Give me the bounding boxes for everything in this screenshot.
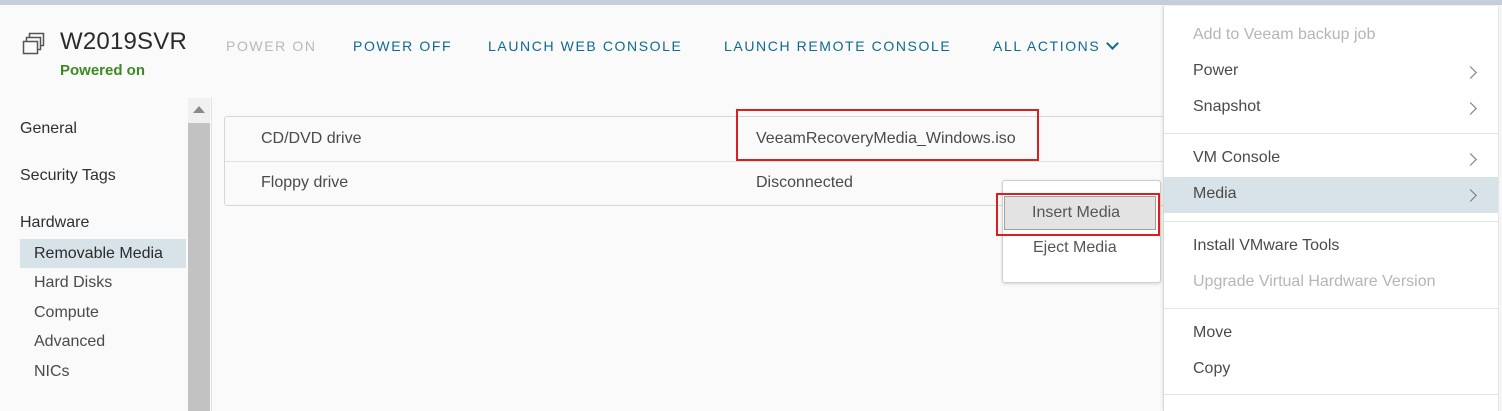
ctx-media[interactable]: Media <box>1193 185 1237 203</box>
nav-nics[interactable]: NICs <box>20 357 186 386</box>
ctx-vm-console[interactable]: VM Console <box>1193 149 1280 167</box>
scroll-up-arrow-icon[interactable] <box>193 106 205 113</box>
chevron-right-icon <box>1464 102 1477 115</box>
vm-name: W2019SVR <box>60 28 187 55</box>
vm-power-state: Powered on <box>60 62 146 79</box>
ctx-move[interactable]: Move <box>1193 324 1232 342</box>
ctx-add-to-veeam: Add to Veeam backup job <box>1193 26 1376 43</box>
nav-removable-media[interactable]: Removable Media <box>20 239 186 268</box>
scroll-thumb[interactable] <box>188 123 210 411</box>
chevron-right-icon <box>1464 153 1477 166</box>
nav-advanced[interactable]: Advanced <box>20 327 186 356</box>
ctx-copy[interactable]: Copy <box>1193 360 1230 378</box>
nav-hard-disks[interactable]: Hard Disks <box>20 268 186 297</box>
nav-scrollbar[interactable] <box>188 98 210 411</box>
nav-hardware[interactable]: Hardware <box>20 214 89 232</box>
eject-media-item[interactable]: Eject Media <box>1033 239 1117 257</box>
menu-separator <box>1164 394 1499 395</box>
floppy-drive-value: Disconnected <box>756 174 853 191</box>
all-actions-button[interactable]: ALL ACTIONS <box>993 37 1120 54</box>
cd-dvd-drive-label: CD/DVD drive <box>261 130 362 147</box>
chevron-right-icon <box>1464 66 1477 79</box>
menu-scroll-edge <box>1498 6 1502 411</box>
iso-highlight-box <box>736 109 1039 161</box>
nav-general[interactable]: General <box>20 120 77 138</box>
power-on-button[interactable]: POWER ON <box>226 38 317 54</box>
nav-security-tags[interactable]: Security Tags <box>20 167 116 185</box>
row-divider <box>225 161 1183 162</box>
launch-remote-console-button[interactable]: LAUNCH REMOTE CONSOLE <box>724 38 951 54</box>
floppy-drive-label: Floppy drive <box>261 174 349 191</box>
power-off-button[interactable]: POWER OFF <box>353 38 452 54</box>
top-strip <box>0 0 1502 5</box>
launch-web-console-button[interactable]: LAUNCH WEB CONSOLE <box>488 38 683 54</box>
menu-separator <box>1164 221 1499 222</box>
menu-separator <box>1164 308 1499 309</box>
all-actions-label: ALL ACTIONS <box>993 38 1101 54</box>
chevron-down-icon <box>1106 37 1120 50</box>
vm-context-menu: Add to Veeam backup job Power Snapshot V… <box>1163 6 1502 411</box>
ctx-snapshot[interactable]: Snapshot <box>1193 98 1261 116</box>
insert-media-highlight-box <box>996 193 1160 236</box>
panel-divider <box>211 98 212 411</box>
ctx-power[interactable]: Power <box>1193 62 1238 80</box>
vm-icon <box>22 32 45 55</box>
ctx-upgrade-virtual-hardware: Upgrade Virtual Hardware Version <box>1193 273 1436 290</box>
ctx-install-vmware-tools[interactable]: Install VMware Tools <box>1193 237 1339 255</box>
menu-separator <box>1164 133 1499 134</box>
nav-compute[interactable]: Compute <box>20 298 186 327</box>
